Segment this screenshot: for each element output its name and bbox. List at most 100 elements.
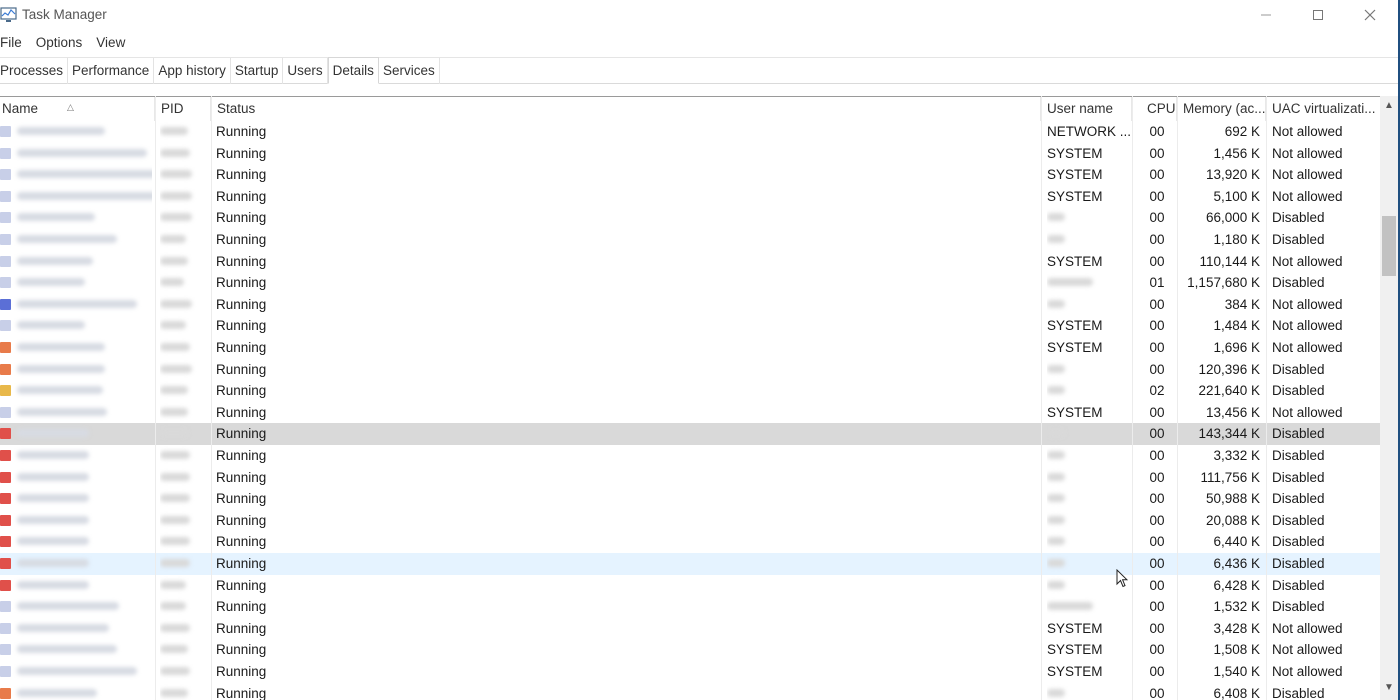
column-header-status[interactable]: Status [211, 97, 1041, 121]
redacted-process-name [17, 148, 147, 157]
column-header-pid[interactable]: PID [155, 97, 211, 121]
memory-cell: 692 K [1224, 124, 1260, 139]
close-button[interactable] [1344, 0, 1396, 30]
uac-cell: Not allowed [1272, 318, 1343, 334]
table-row[interactable]: Running 02 221,640 K Disabled [0, 380, 1380, 402]
table-row[interactable]: Running SYSTEM 00 1,540 K Not allowed [0, 661, 1380, 683]
table-row[interactable]: Running 00 111,756 K Disabled [0, 467, 1380, 489]
table-row[interactable]: Running 00 120,396 K Disabled [0, 359, 1380, 381]
process-name-cell [0, 639, 152, 661]
table-row[interactable]: Running SYSTEM 00 110,144 K Not allowed [0, 251, 1380, 273]
memory-cell: 110,144 K [1199, 253, 1260, 269]
menu-file[interactable]: File [0, 33, 30, 53]
cpu-cell: 00 [1149, 145, 1165, 161]
pid-cell [160, 467, 208, 489]
redacted-process-name [17, 559, 89, 567]
table-row[interactable]: Running 00 6,436 K Disabled [0, 553, 1380, 575]
status-cell: Running [216, 491, 267, 507]
table-row[interactable]: Running SYSTEM 00 1,696 K Not allowed [0, 337, 1380, 359]
scroll-up-icon[interactable]: ▲ [1380, 100, 1398, 114]
uac-cell: Disabled [1272, 534, 1325, 550]
scrollbar-thumb[interactable] [1382, 216, 1396, 276]
process-icon [0, 579, 11, 591]
table-row[interactable]: Running 00 143,344 K Disabled [0, 423, 1380, 445]
tab-services[interactable]: Services [379, 58, 440, 84]
pid-cell [160, 683, 208, 700]
user-name-cell: SYSTEM [1047, 188, 1103, 204]
menu-bar: File Options View [0, 33, 139, 53]
table-row[interactable]: Running 00 6,440 K Disabled [0, 531, 1380, 553]
menu-view[interactable]: View [96, 33, 133, 53]
redacted-process-name [17, 472, 89, 481]
user-name-cell [1047, 683, 1131, 700]
tab-performance[interactable]: Performance [68, 58, 155, 84]
redacted-user-name [1047, 235, 1065, 243]
redacted-user-name [1047, 602, 1093, 611]
pid-cell [160, 164, 208, 186]
table-row[interactable]: Running 00 3,332 K Disabled [0, 445, 1380, 467]
process-icon [0, 363, 11, 375]
tab-app-history[interactable]: App history [154, 58, 231, 84]
table-row[interactable]: Running 00 1,532 K Disabled [0, 596, 1380, 618]
column-header-name[interactable]: Name △ [0, 97, 155, 121]
cpu-cell: 00 [1149, 210, 1165, 226]
redacted-pid [160, 321, 186, 330]
tab-processes[interactable]: Processes [0, 58, 69, 84]
table-row[interactable]: Running 00 50,988 K Disabled [0, 488, 1380, 510]
vertical-scrollbar[interactable]: ▲ ▼ [1380, 96, 1398, 700]
memory-cell: 1,180 K [1213, 232, 1260, 247]
redacted-pid [160, 364, 192, 373]
process-name-cell [0, 661, 152, 683]
table-row[interactable]: Running NETWORK ... 00 692 K Not allowed [0, 121, 1380, 143]
table-row[interactable]: Running 00 66,000 K Disabled [0, 207, 1380, 229]
redacted-process-name [17, 623, 109, 632]
status-cell: Running [216, 210, 267, 226]
status-cell: Running [216, 577, 267, 593]
user-name-cell [1047, 445, 1131, 467]
user-name-cell [1047, 294, 1131, 316]
scroll-down-icon[interactable]: ▼ [1380, 682, 1398, 696]
menu-options[interactable]: Options [36, 33, 91, 53]
table-row[interactable]: Running 00 6,428 K Disabled [0, 575, 1380, 597]
sort-ascending-icon: △ [67, 102, 74, 112]
minimize-button[interactable] [1240, 0, 1292, 30]
status-cell: Running [216, 318, 267, 334]
column-header-cpu[interactable]: CPU [1132, 97, 1177, 121]
table-row[interactable]: Running SYSTEM 00 13,920 K Not allowed [0, 164, 1380, 186]
table-row[interactable]: Running 00 20,088 K Disabled [0, 510, 1380, 532]
pid-cell [160, 359, 208, 381]
tab-details[interactable]: Details [327, 57, 379, 84]
uac-cell: Disabled [1272, 469, 1325, 485]
process-name-cell [0, 186, 152, 208]
table-row[interactable]: Running 01 1,157,680 K Disabled [0, 272, 1380, 294]
table-row[interactable]: Running SYSTEM 00 13,456 K Not allowed [0, 402, 1380, 424]
tab-startup[interactable]: Startup [231, 58, 284, 84]
minimize-icon [1261, 14, 1271, 16]
column-header-user[interactable]: User name [1041, 97, 1132, 121]
redacted-pid [160, 602, 186, 611]
table-row[interactable]: Running 00 1,180 K Disabled [0, 229, 1380, 251]
column-header-uac[interactable]: UAC virtualizati... [1266, 97, 1380, 121]
memory-cell: 6,436 K [1213, 556, 1260, 571]
table-row[interactable]: Running SYSTEM 00 1,484 K Not allowed [0, 315, 1380, 337]
maximize-button[interactable] [1292, 0, 1344, 30]
table-row[interactable]: Running SYSTEM 00 1,508 K Not allowed [0, 639, 1380, 661]
table-row[interactable]: Running SYSTEM 00 1,456 K Not allowed [0, 143, 1380, 165]
pid-cell [160, 186, 208, 208]
redacted-pid [160, 667, 190, 675]
table-row[interactable]: Running 00 6,408 K Disabled [0, 683, 1380, 700]
process-icon [0, 190, 11, 202]
redacted-process-name [17, 429, 89, 438]
column-header-memory[interactable]: Memory (ac... [1177, 97, 1266, 121]
column-divider [1132, 96, 1133, 700]
table-row[interactable]: Running 00 384 K Not allowed [0, 294, 1380, 316]
table-row[interactable]: Running SYSTEM 00 3,428 K Not allowed [0, 618, 1380, 640]
process-icon [0, 493, 11, 505]
tab-users[interactable]: Users [283, 58, 328, 84]
process-name-cell [0, 251, 152, 273]
table-row[interactable]: Running SYSTEM 00 5,100 K Not allowed [0, 186, 1380, 208]
memory-cell: 13,456 K [1205, 404, 1260, 420]
user-name-cell: SYSTEM [1047, 318, 1103, 334]
pid-cell [160, 445, 208, 467]
cpu-cell: 00 [1149, 426, 1165, 442]
